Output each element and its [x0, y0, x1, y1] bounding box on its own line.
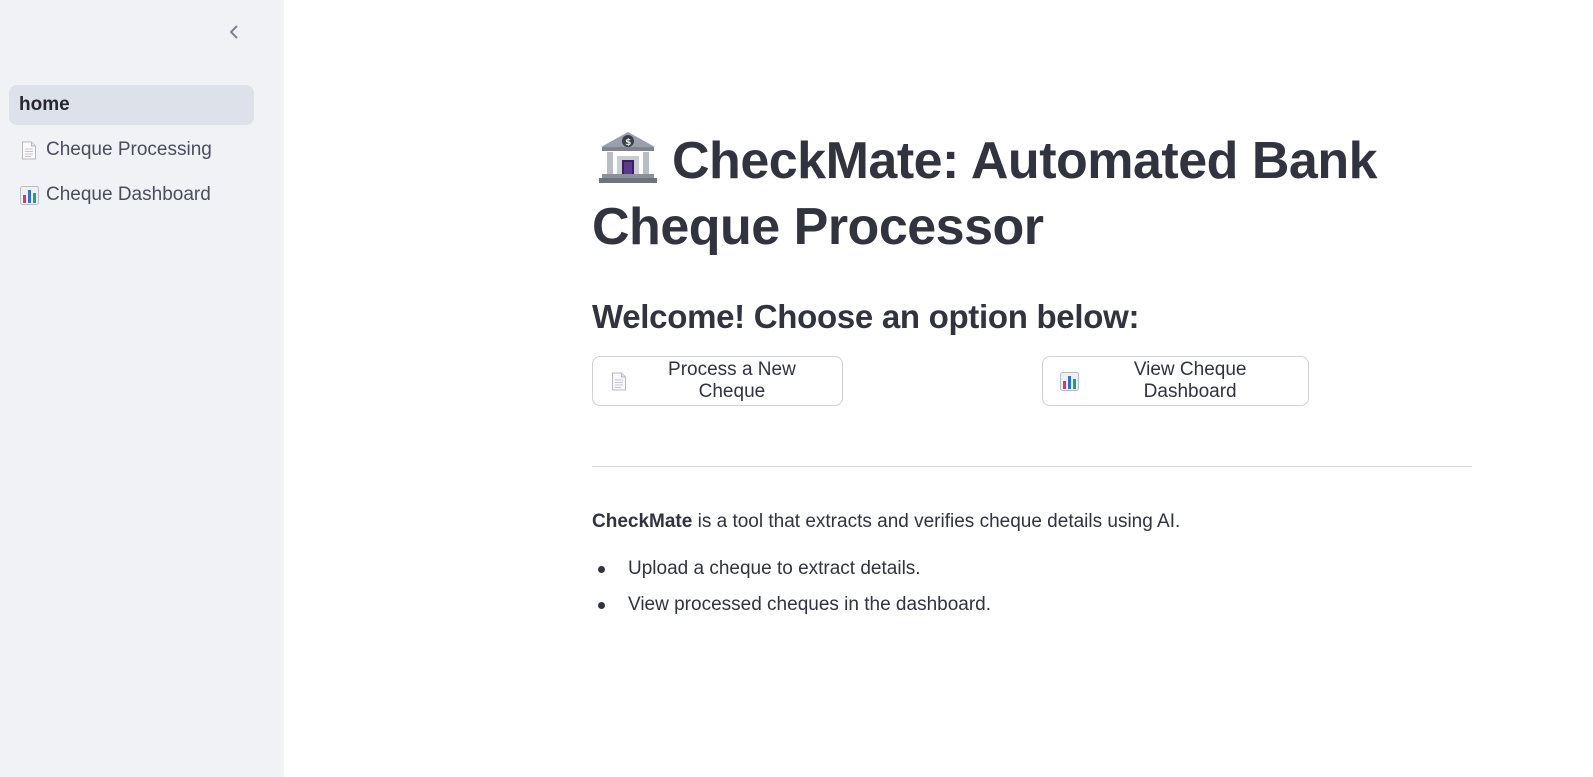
- list-item: Upload a cheque to extract details.: [592, 551, 1472, 587]
- button-label: View Cheque Dashboard: [1133, 359, 1247, 402]
- welcome-heading: Welcome! Choose an option below:: [592, 298, 1140, 335]
- content-column: $ CheckMate: Automated Bank Cheque Proce…: [592, 128, 1472, 623]
- page-title: $ CheckMate: Automated Bank Cheque Proce…: [592, 128, 1472, 260]
- bar-chart-icon: [1060, 371, 1080, 391]
- main-content: $ CheckMate: Automated Bank Cheque Proce…: [284, 0, 1593, 777]
- sidebar-item-home[interactable]: home: [9, 85, 254, 125]
- page-title-text: CheckMate: Automated Bank Cheque Process…: [592, 132, 1378, 256]
- sidebar-item-label: Cheque Dashboard: [46, 184, 211, 205]
- action-buttons: Process a New Cheque View Cheque Dashboa…: [592, 356, 1472, 406]
- sidebar-item-cheque-processing[interactable]: Cheque Processing: [9, 130, 254, 170]
- divider: [592, 466, 1472, 467]
- svg-text:$: $: [625, 138, 631, 148]
- button-label: Process a New Cheque: [668, 359, 796, 402]
- process-new-cheque-button[interactable]: Process a New Cheque: [592, 356, 843, 406]
- view-cheque-dashboard-button[interactable]: View Cheque Dashboard: [1042, 356, 1309, 406]
- page-icon: [610, 371, 629, 391]
- description-text: is a tool that extracts and verifies che…: [692, 511, 1181, 532]
- sidebar-item-cheque-dashboard[interactable]: Cheque Dashboard: [9, 175, 254, 215]
- list-item: View processed cheques in the dashboard.: [592, 587, 1472, 623]
- sidebar-nav: home Cheque Processing Cheque Dashboard: [9, 85, 254, 220]
- description-app-name: CheckMate: [592, 511, 693, 532]
- page-icon: [19, 140, 39, 160]
- feature-list: Upload a cheque to extract details. View…: [592, 551, 1472, 623]
- sidebar: home Cheque Processing Cheque Dashboard: [0, 0, 284, 777]
- collapse-sidebar-button[interactable]: [220, 18, 248, 46]
- app-window: home Cheque Processing Cheque Dashboard …: [0, 0, 1593, 777]
- sidebar-item-label: Cheque Processing: [46, 139, 212, 160]
- sidebar-item-label: home: [19, 94, 70, 115]
- description: CheckMate is a tool that extracts and ve…: [592, 511, 1472, 533]
- chevron-left-icon: [230, 25, 238, 39]
- bar-chart-icon: [19, 185, 39, 205]
- bank-icon: $: [598, 130, 658, 184]
